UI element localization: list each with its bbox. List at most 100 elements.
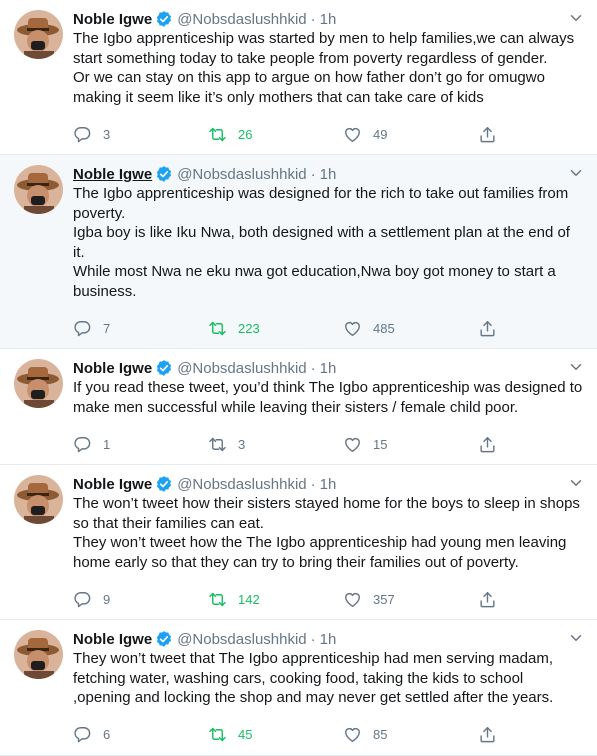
share-button[interactable] — [478, 590, 508, 609]
heart-icon — [345, 727, 360, 742]
share-button[interactable] — [478, 125, 508, 144]
tweet-text-line: The Igbo apprenticeship was designed for… — [73, 185, 569, 222]
tweet-text-line: Igba boy is like Iku Nwa, both designed … — [73, 224, 570, 261]
share-icon — [480, 320, 495, 336]
verified-badge-icon — [157, 360, 172, 376]
like-button[interactable]: 49 — [343, 125, 478, 144]
tweet-text: If you read these tweet, you’d think The… — [73, 378, 583, 417]
avatar[interactable] — [14, 165, 63, 214]
reply-icon — [74, 727, 91, 743]
share-button[interactable] — [478, 725, 508, 744]
chevron-down-icon[interactable] — [567, 474, 585, 492]
tweet-text-line: If you read these tweet, you’d think The… — [73, 379, 583, 416]
tweet-text-line: The Igbo apprenticeship was started by m… — [73, 30, 575, 67]
reply-icon — [74, 126, 91, 142]
tweet-text: The Igbo apprenticeship was started by m… — [73, 29, 583, 107]
avatar[interactable] — [14, 475, 63, 524]
retweet-icon — [209, 727, 226, 742]
author-name[interactable]: Noble Igwe — [73, 631, 152, 648]
tweet[interactable]: Noble Igwe @Nobsdaslushhkid · 1h They wo… — [0, 620, 597, 756]
tweet-timestamp[interactable]: 1h — [320, 476, 337, 493]
author-handle[interactable]: @Nobsdaslushhkid — [177, 476, 306, 493]
reply-button[interactable]: 3 — [73, 125, 208, 144]
chevron-down-icon[interactable] — [567, 358, 585, 376]
share-button[interactable] — [478, 435, 508, 454]
avatar-image — [14, 10, 63, 59]
verified-badge-icon — [157, 631, 172, 647]
reply-button[interactable]: 9 — [73, 590, 208, 609]
like-count: 49 — [373, 126, 388, 142]
retweet-icon — [209, 321, 226, 335]
reply-count: 3 — [103, 126, 111, 142]
tweet-timestamp[interactable]: 1h — [320, 11, 337, 28]
tweet-timestamp[interactable]: 1h — [320, 631, 337, 648]
avatar-image — [14, 475, 63, 524]
author-name[interactable]: Noble Igwe — [73, 11, 152, 28]
verified-badge-icon — [157, 11, 172, 27]
author-name[interactable]: Noble Igwe — [73, 360, 152, 377]
retweet-button[interactable]: 3 — [208, 435, 343, 454]
like-button[interactable]: 485 — [343, 319, 478, 338]
separator-dot: · — [310, 10, 316, 28]
retweet-button[interactable]: 223 — [208, 319, 343, 338]
share-icon — [480, 126, 495, 142]
heart-icon — [345, 437, 360, 452]
retweet-icon — [209, 592, 226, 606]
retweet-count: 223 — [238, 320, 260, 336]
retweet-button[interactable]: 26 — [208, 125, 343, 144]
tweet-header: Noble Igwe @Nobsdaslushhkid · 1h — [73, 629, 583, 649]
author-handle[interactable]: @Nobsdaslushhkid — [177, 631, 306, 648]
like-button[interactable]: 15 — [343, 435, 478, 454]
author-handle[interactable]: @Nobsdaslushhkid — [177, 360, 306, 377]
reply-count: 6 — [103, 727, 111, 742]
retweet-count: 45 — [238, 727, 253, 742]
tweet[interactable]: Noble Igwe @Nobsdaslushhkid · 1h The Igb… — [0, 155, 597, 349]
retweet-button[interactable]: 142 — [208, 590, 343, 609]
separator-dot: · — [310, 165, 316, 183]
tweet-timestamp[interactable]: 1h — [320, 166, 337, 183]
like-button[interactable]: 357 — [343, 590, 478, 609]
avatar[interactable] — [14, 359, 63, 408]
tweet[interactable]: Noble Igwe @Nobsdaslushhkid · 1h The Igb… — [0, 0, 597, 155]
retweet-button[interactable]: 45 — [208, 725, 343, 744]
author-name[interactable]: Noble Igwe — [73, 166, 152, 183]
reply-count: 9 — [103, 591, 111, 607]
reply-button[interactable]: 6 — [73, 725, 208, 744]
like-count: 485 — [373, 320, 395, 336]
avatar[interactable] — [14, 10, 63, 59]
retweet-icon — [209, 127, 226, 141]
tweet-text-line: They won’t tweet that The Igbo apprentic… — [73, 650, 554, 706]
author-handle[interactable]: @Nobsdaslushhkid — [177, 166, 306, 183]
share-icon — [480, 436, 495, 452]
share-button[interactable] — [478, 319, 508, 338]
reply-button[interactable]: 1 — [73, 435, 208, 454]
tweet[interactable]: Noble Igwe @Nobsdaslushhkid · 1h If you … — [0, 349, 597, 465]
author-name[interactable]: Noble Igwe — [73, 476, 152, 493]
tweet-text: They won’t tweet that The Igbo apprentic… — [73, 649, 583, 708]
author-handle[interactable]: @Nobsdaslushhkid — [177, 11, 306, 28]
tweet-text: The won’t tweet how their sisters stayed… — [73, 494, 583, 572]
reply-icon — [74, 320, 91, 336]
retweet-icon — [209, 437, 226, 451]
avatar-image — [14, 359, 63, 408]
like-count: 357 — [373, 591, 395, 607]
verified-badge-icon — [157, 166, 172, 182]
reply-icon — [74, 436, 91, 452]
chevron-down-icon[interactable] — [567, 629, 585, 647]
chevron-down-icon[interactable] — [567, 9, 585, 27]
avatar[interactable] — [14, 630, 63, 679]
tweet-actions: 1 3 15 — [73, 424, 583, 464]
tweet-header: Noble Igwe @Nobsdaslushhkid · 1h — [73, 358, 583, 378]
heart-icon — [345, 592, 360, 607]
chevron-down-icon[interactable] — [567, 164, 585, 182]
tweet[interactable]: Noble Igwe @Nobsdaslushhkid · 1h The won… — [0, 465, 597, 620]
reply-button[interactable]: 7 — [73, 319, 208, 338]
tweet-feed: Noble Igwe @Nobsdaslushhkid · 1h The Igb… — [0, 0, 597, 756]
reply-count: 7 — [103, 320, 111, 336]
like-button[interactable]: 85 — [343, 725, 478, 744]
separator-dot: · — [310, 359, 316, 377]
verified-badge-icon — [157, 476, 172, 492]
tweet-timestamp[interactable]: 1h — [320, 360, 337, 377]
tweet-header: Noble Igwe @Nobsdaslushhkid · 1h — [73, 164, 583, 184]
separator-dot: · — [310, 475, 316, 493]
